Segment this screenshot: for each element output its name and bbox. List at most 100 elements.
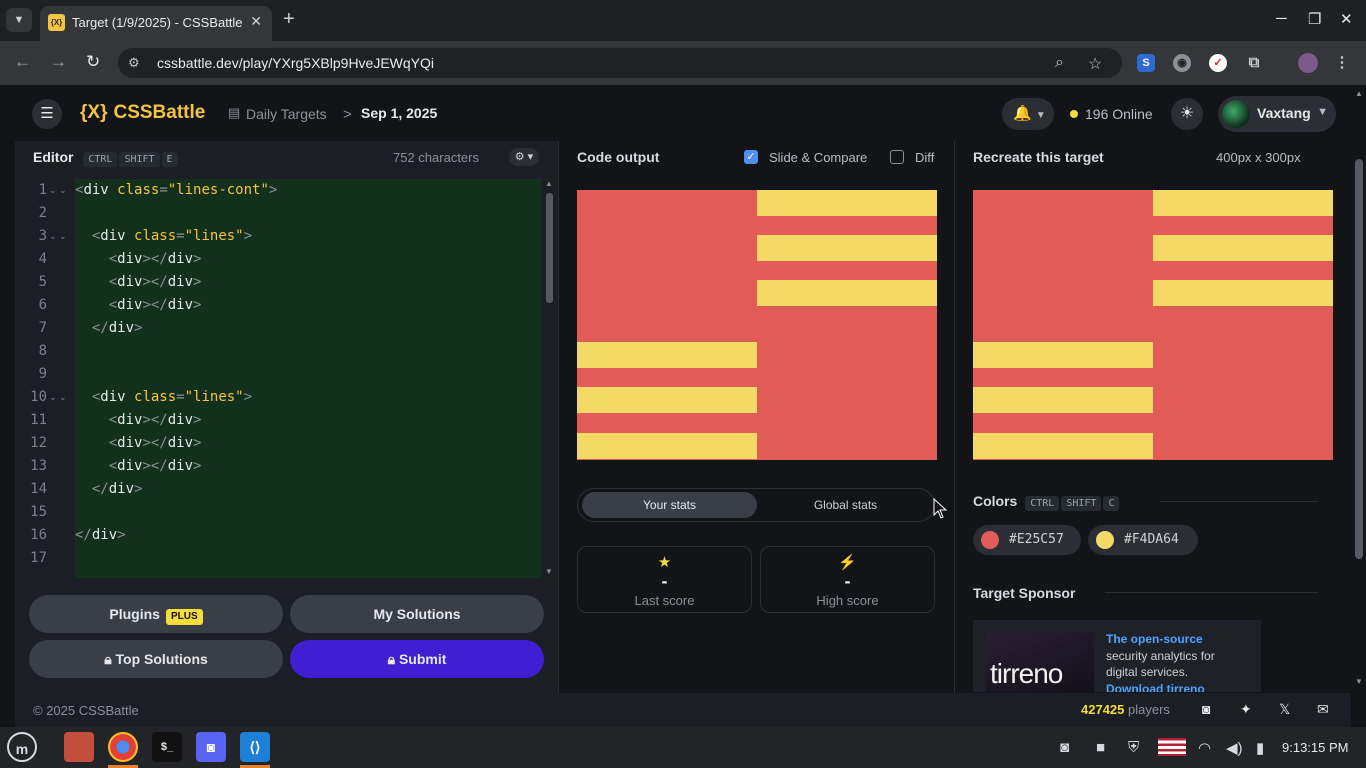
line-number: 8 [38, 343, 47, 359]
fold-chevron-icon[interactable]: ⌄ ⌄ [49, 386, 67, 409]
address-bar[interactable]: ⚙ cssbattle.dev/play/YXrg5XBlp9HveJEWqYQ… [118, 48, 1122, 78]
close-window-button[interactable]: ✕ [1340, 10, 1353, 28]
line-number: 7 [38, 320, 47, 336]
code-line[interactable]: <div class="lines-cont"> [75, 179, 277, 202]
plugins-button[interactable]: Plugins PLUS [29, 595, 283, 633]
vscode-icon[interactable]: ⟨⟩ [240, 732, 270, 762]
slide-compare-label[interactable]: Slide & Compare [769, 150, 867, 165]
diff-checkbox[interactable] [890, 150, 904, 164]
page-scroll-thumb[interactable] [1355, 159, 1363, 559]
username: Vaxtang [1257, 105, 1311, 121]
scroll-up-arrow-icon[interactable]: ▲ [1355, 89, 1363, 98]
mail-icon[interactable]: ✉ [1317, 701, 1329, 718]
output-yellow-bar [577, 387, 757, 413]
battery-icon[interactable]: ▮ [1256, 739, 1264, 757]
code-line[interactable]: <div></div> [75, 271, 202, 294]
code-token: = [159, 182, 168, 198]
extension-color-icon[interactable]: ✓ [1209, 54, 1227, 72]
breadcrumb-daily-targets[interactable]: Daily Targets [246, 106, 327, 122]
profile-avatar[interactable] [1298, 53, 1318, 73]
fold-chevron-icon[interactable]: ⌄ ⌄ [49, 179, 67, 202]
sponsor-image[interactable]: tirreno [986, 632, 1094, 692]
bluesky-icon[interactable]: ✦ [1240, 701, 1252, 718]
code-line[interactable]: </div> [75, 524, 126, 547]
sponsor-headline-link[interactable]: The open-source [1106, 632, 1203, 646]
fold-chevron-icon[interactable]: ⌄ ⌄ [49, 225, 67, 248]
shield-tray-icon[interactable]: ⛨ [1128, 739, 1139, 756]
code-editor[interactable]: <div class="lines-cont"> <div class="lin… [75, 179, 541, 579]
discord-tray-icon[interactable]: ◙ [1060, 739, 1069, 756]
files-folder-icon[interactable] [64, 732, 94, 762]
keyboard-layout-flag-icon[interactable] [1158, 738, 1186, 756]
editor-settings-gear-icon[interactable]: ⚙ ▾ [509, 148, 539, 166]
code-token: div [108, 320, 135, 336]
tab-your-stats[interactable]: Your stats [582, 492, 757, 518]
discord-app-icon[interactable]: ◙ [196, 732, 226, 762]
scroll-down-arrow-icon[interactable]: ▼ [545, 567, 553, 576]
code-token: < [108, 297, 118, 313]
avatar [1222, 100, 1250, 128]
forward-button[interactable]: → [50, 52, 67, 72]
editor-scrollbar[interactable]: ▲ ▼ [543, 179, 556, 579]
hamburger-menu-icon[interactable]: ☰ [32, 99, 62, 129]
scroll-up-arrow-icon[interactable]: ▲ [545, 179, 553, 188]
scroll-down-arrow-icon[interactable]: ▼ [1355, 677, 1363, 686]
tab-global-stats[interactable]: Global stats [758, 492, 933, 518]
code-line[interactable]: </div> [75, 478, 143, 501]
new-tab-button[interactable]: + [283, 8, 295, 30]
slide-compare-checkbox[interactable]: ✓ [744, 150, 758, 164]
code-line[interactable]: <div></div> [75, 248, 202, 271]
diff-label[interactable]: Diff [915, 150, 934, 165]
maximize-button[interactable]: ❐ [1308, 10, 1321, 28]
code-line[interactable]: <div class="lines"> [75, 386, 252, 409]
back-button[interactable]: ← [14, 52, 31, 72]
mint-menu-icon[interactable]: m [7, 732, 37, 762]
code-token: ></ [142, 458, 168, 474]
code-line[interactable]: <div></div> [75, 432, 202, 455]
chrome-icon[interactable] [108, 732, 138, 762]
bookmark-star-icon[interactable]: ☆ [1088, 54, 1102, 74]
editor-scroll-thumb[interactable] [546, 193, 553, 303]
wifi-icon[interactable]: ◠ [1198, 739, 1211, 757]
extensions-puzzle-icon[interactable]: ⧉ [1245, 54, 1263, 72]
minimize-button[interactable]: ─ [1276, 10, 1287, 27]
page-scrollbar[interactable]: ▲ ▼ [1352, 87, 1366, 693]
camera-tray-icon[interactable]: ■ [1096, 739, 1105, 756]
browser-menu-icon[interactable]: ⋮ [1333, 54, 1351, 72]
tab-list-button[interactable]: ▼ [6, 8, 32, 32]
code-token: ></ [142, 412, 168, 428]
kbd-ctrl: CTRL [1025, 496, 1060, 511]
browser-tab-active[interactable]: {X} Target (1/9/2025) - CSSBattle ✕ [40, 6, 272, 41]
site-info-icon[interactable]: ⚙ [128, 55, 140, 71]
x-twitter-icon[interactable]: 𝕏 [1279, 701, 1290, 718]
volume-icon[interactable]: ◀) [1226, 739, 1243, 757]
zoom-search-icon[interactable]: ⌕ [1055, 54, 1064, 72]
theme-toggle-sun-icon[interactable]: ☀ [1171, 98, 1203, 130]
color-chip-yellow[interactable]: #F4DA64 [1088, 525, 1198, 555]
color-chip-red[interactable]: #E25C57 [973, 525, 1081, 555]
user-menu-button[interactable]: Vaxtang ▼ [1218, 96, 1336, 132]
cssbattle-logo[interactable]: {X} CSSBattle [80, 102, 205, 124]
sponsor-download-link[interactable]: Download tirreno [1106, 682, 1205, 692]
code-line[interactable]: <div></div> [75, 409, 202, 432]
extension-eyes-icon[interactable]: ◉ [1173, 54, 1191, 72]
submit-button[interactable]: 🔒︎ Submit [290, 640, 544, 678]
app-footer: © 2025 CSSBattle 427425 players ◙ ✦ 𝕏 ✉ [15, 693, 1351, 727]
code-line[interactable]: <div></div> [75, 294, 202, 317]
tab-close-icon[interactable]: ✕ [250, 13, 262, 30]
my-solutions-button[interactable]: My Solutions [290, 595, 544, 633]
terminal-icon[interactable]: $_ [152, 732, 182, 762]
code-token: = [176, 228, 185, 244]
discord-icon[interactable]: ◙ [1202, 701, 1210, 717]
top-solutions-button[interactable]: 🔒︎ Top Solutions [29, 640, 283, 678]
target-yellow-bar [973, 342, 1153, 368]
sponsor-card[interactable]: tirreno The open-source security analyti… [973, 620, 1261, 692]
notifications-button[interactable]: 🔔 ▼ [1002, 98, 1054, 130]
code-output-preview[interactable] [577, 190, 937, 460]
code-line[interactable]: <div class="lines"> [75, 225, 252, 248]
extension-s-icon[interactable]: S [1137, 54, 1155, 72]
code-line[interactable]: <div></div> [75, 455, 202, 478]
code-line[interactable]: </div> [75, 317, 143, 340]
reload-button[interactable]: ↻ [86, 52, 100, 72]
